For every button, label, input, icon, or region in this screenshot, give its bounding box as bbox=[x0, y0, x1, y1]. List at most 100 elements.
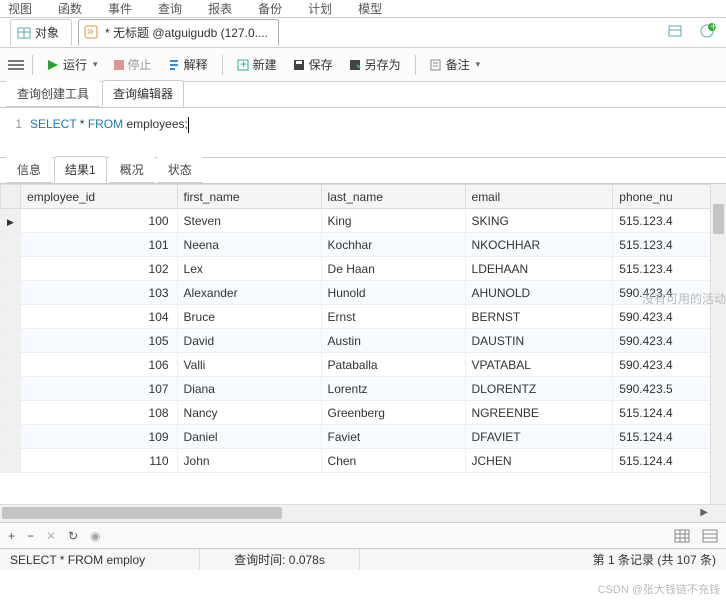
table-row[interactable]: 106ValliPataballaVPATABAL590.423.4 bbox=[1, 353, 726, 377]
cell-email[interactable]: DLORENTZ bbox=[465, 377, 613, 401]
cell-last-name[interactable]: Pataballa bbox=[321, 353, 465, 377]
cell-last-name[interactable]: Austin bbox=[321, 329, 465, 353]
table-row[interactable]: 104BruceErnstBERNST590.423.4 bbox=[1, 305, 726, 329]
save-as-button[interactable]: 另存为 bbox=[343, 53, 407, 76]
table-row[interactable]: 107DianaLorentzDLORENTZ590.423.5 bbox=[1, 377, 726, 401]
cell-employee-id[interactable]: 110 bbox=[21, 449, 178, 473]
table-row[interactable]: 105DavidAustinDAUSTIN590.423.4 bbox=[1, 329, 726, 353]
menu-fn[interactable]: 函数 bbox=[58, 0, 82, 17]
cell-employee-id[interactable]: 104 bbox=[21, 305, 178, 329]
cell-last-name[interactable]: Chen bbox=[321, 449, 465, 473]
cell-phone[interactable]: 590.423.4 bbox=[613, 353, 726, 377]
table-row[interactable]: 108NancyGreenbergNGREENBE515.124.4 bbox=[1, 401, 726, 425]
menu-report[interactable]: 报表 bbox=[208, 0, 232, 17]
cell-last-name[interactable]: De Haan bbox=[321, 257, 465, 281]
cell-phone[interactable]: 590.423.5 bbox=[613, 377, 726, 401]
menu-query[interactable]: 查询 bbox=[158, 0, 182, 17]
col-phone[interactable]: phone_nu bbox=[613, 185, 726, 209]
save-button[interactable]: 保存 bbox=[287, 53, 339, 76]
cell-employee-id[interactable]: 100 bbox=[21, 209, 178, 233]
cell-last-name[interactable]: Kochhar bbox=[321, 233, 465, 257]
tab-result1[interactable]: 结果1 bbox=[54, 156, 107, 183]
hamburger-icon[interactable] bbox=[8, 58, 24, 72]
sql-editor[interactable]: 1 SELECT * FROM employees; bbox=[0, 108, 726, 158]
cell-first-name[interactable]: Daniel bbox=[177, 425, 321, 449]
menu-event[interactable]: 事件 bbox=[108, 0, 132, 17]
cell-email[interactable]: LDEHAAN bbox=[465, 257, 613, 281]
cell-email[interactable]: DFAVIET bbox=[465, 425, 613, 449]
cell-last-name[interactable]: Lorentz bbox=[321, 377, 465, 401]
cell-phone[interactable]: 515.123.4 bbox=[613, 209, 726, 233]
col-email[interactable]: email bbox=[465, 185, 613, 209]
tab-info[interactable]: 信息 bbox=[6, 156, 52, 183]
cancel-edit-button[interactable]: ✕ bbox=[46, 529, 56, 543]
new-table-icon[interactable] bbox=[668, 23, 684, 39]
cell-first-name[interactable]: David bbox=[177, 329, 321, 353]
tab-status[interactable]: 状态 bbox=[157, 156, 203, 183]
scroll-right-icon[interactable]: ▶ bbox=[700, 507, 708, 518]
cell-phone[interactable]: 515.124.4 bbox=[613, 449, 726, 473]
hscroll-thumb[interactable] bbox=[2, 507, 282, 519]
cell-first-name[interactable]: Valli bbox=[177, 353, 321, 377]
stop-button[interactable]: 停止 bbox=[108, 53, 158, 76]
table-row[interactable]: 103AlexanderHunoldAHUNOLD590.423.4 bbox=[1, 281, 726, 305]
cell-phone[interactable]: 590.423.4 bbox=[613, 329, 726, 353]
cell-employee-id[interactable]: 103 bbox=[21, 281, 178, 305]
menu-backup[interactable]: 备份 bbox=[258, 0, 282, 17]
cell-employee-id[interactable]: 109 bbox=[21, 425, 178, 449]
scroll-thumb[interactable] bbox=[713, 204, 724, 234]
cell-first-name[interactable]: Neena bbox=[177, 233, 321, 257]
cell-email[interactable]: SKING bbox=[465, 209, 613, 233]
col-first-name[interactable]: first_name bbox=[177, 185, 321, 209]
cell-first-name[interactable]: Nancy bbox=[177, 401, 321, 425]
explain-button[interactable]: 解释 bbox=[162, 53, 214, 76]
tab-objects[interactable]: 对象 bbox=[10, 19, 72, 46]
note-button[interactable]: 备注▾ bbox=[424, 53, 487, 76]
menu-plan[interactable]: 计划 bbox=[308, 0, 332, 17]
table-row[interactable]: 110JohnChenJCHEN515.124.4 bbox=[1, 449, 726, 473]
cell-first-name[interactable]: John bbox=[177, 449, 321, 473]
col-employee-id[interactable]: employee_id bbox=[21, 185, 178, 209]
new-query-icon[interactable]: + bbox=[700, 23, 716, 39]
add-row-button[interactable]: + bbox=[8, 529, 15, 543]
run-button[interactable]: 运行▾ bbox=[41, 53, 104, 76]
cell-first-name[interactable]: Alexander bbox=[177, 281, 321, 305]
col-last-name[interactable]: last_name bbox=[321, 185, 465, 209]
cell-phone[interactable]: 515.123.4 bbox=[613, 257, 726, 281]
tab-query-builder[interactable]: 查询创建工具 bbox=[6, 80, 100, 107]
menu-model[interactable]: 模型 bbox=[358, 0, 382, 17]
cell-email[interactable]: NKOCHHAR bbox=[465, 233, 613, 257]
cell-last-name[interactable]: Hunold bbox=[321, 281, 465, 305]
table-row[interactable]: 102LexDe HaanLDEHAAN515.123.4 bbox=[1, 257, 726, 281]
tab-query[interactable]: » * 无标题 @atguigudb (127.0.... bbox=[78, 19, 279, 46]
cell-email[interactable]: NGREENBE bbox=[465, 401, 613, 425]
refresh-button[interactable]: ↻ bbox=[68, 529, 78, 543]
tab-query-editor[interactable]: 查询编辑器 bbox=[102, 80, 184, 107]
cell-employee-id[interactable]: 102 bbox=[21, 257, 178, 281]
cell-email[interactable]: AHUNOLD bbox=[465, 281, 613, 305]
grid-view-icon[interactable] bbox=[674, 529, 690, 543]
delete-row-button[interactable]: − bbox=[27, 529, 34, 543]
cell-phone[interactable]: 590.423.4 bbox=[613, 305, 726, 329]
cell-first-name[interactable]: Diana bbox=[177, 377, 321, 401]
cell-employee-id[interactable]: 108 bbox=[21, 401, 178, 425]
cell-last-name[interactable]: Ernst bbox=[321, 305, 465, 329]
cell-email[interactable]: JCHEN bbox=[465, 449, 613, 473]
cell-email[interactable]: BERNST bbox=[465, 305, 613, 329]
code-line[interactable]: SELECT * FROM employees; bbox=[30, 114, 726, 151]
new-button[interactable]: + 新建 bbox=[231, 53, 283, 76]
menu-view[interactable]: 视图 bbox=[8, 0, 32, 17]
cell-last-name[interactable]: Greenberg bbox=[321, 401, 465, 425]
cell-first-name[interactable]: Bruce bbox=[177, 305, 321, 329]
cell-first-name[interactable]: Lex bbox=[177, 257, 321, 281]
stop-fetch-button[interactable]: ◉ bbox=[90, 529, 100, 543]
cell-last-name[interactable]: King bbox=[321, 209, 465, 233]
cell-phone[interactable]: 515.124.4 bbox=[613, 401, 726, 425]
tab-profile[interactable]: 概况 bbox=[109, 156, 155, 183]
form-view-icon[interactable] bbox=[702, 529, 718, 543]
table-row[interactable]: 100StevenKingSKING515.123.4 bbox=[1, 209, 726, 233]
cell-email[interactable]: VPATABAL bbox=[465, 353, 613, 377]
cell-last-name[interactable]: Faviet bbox=[321, 425, 465, 449]
cell-employee-id[interactable]: 107 bbox=[21, 377, 178, 401]
horizontal-scrollbar[interactable]: ▶ bbox=[0, 504, 726, 522]
